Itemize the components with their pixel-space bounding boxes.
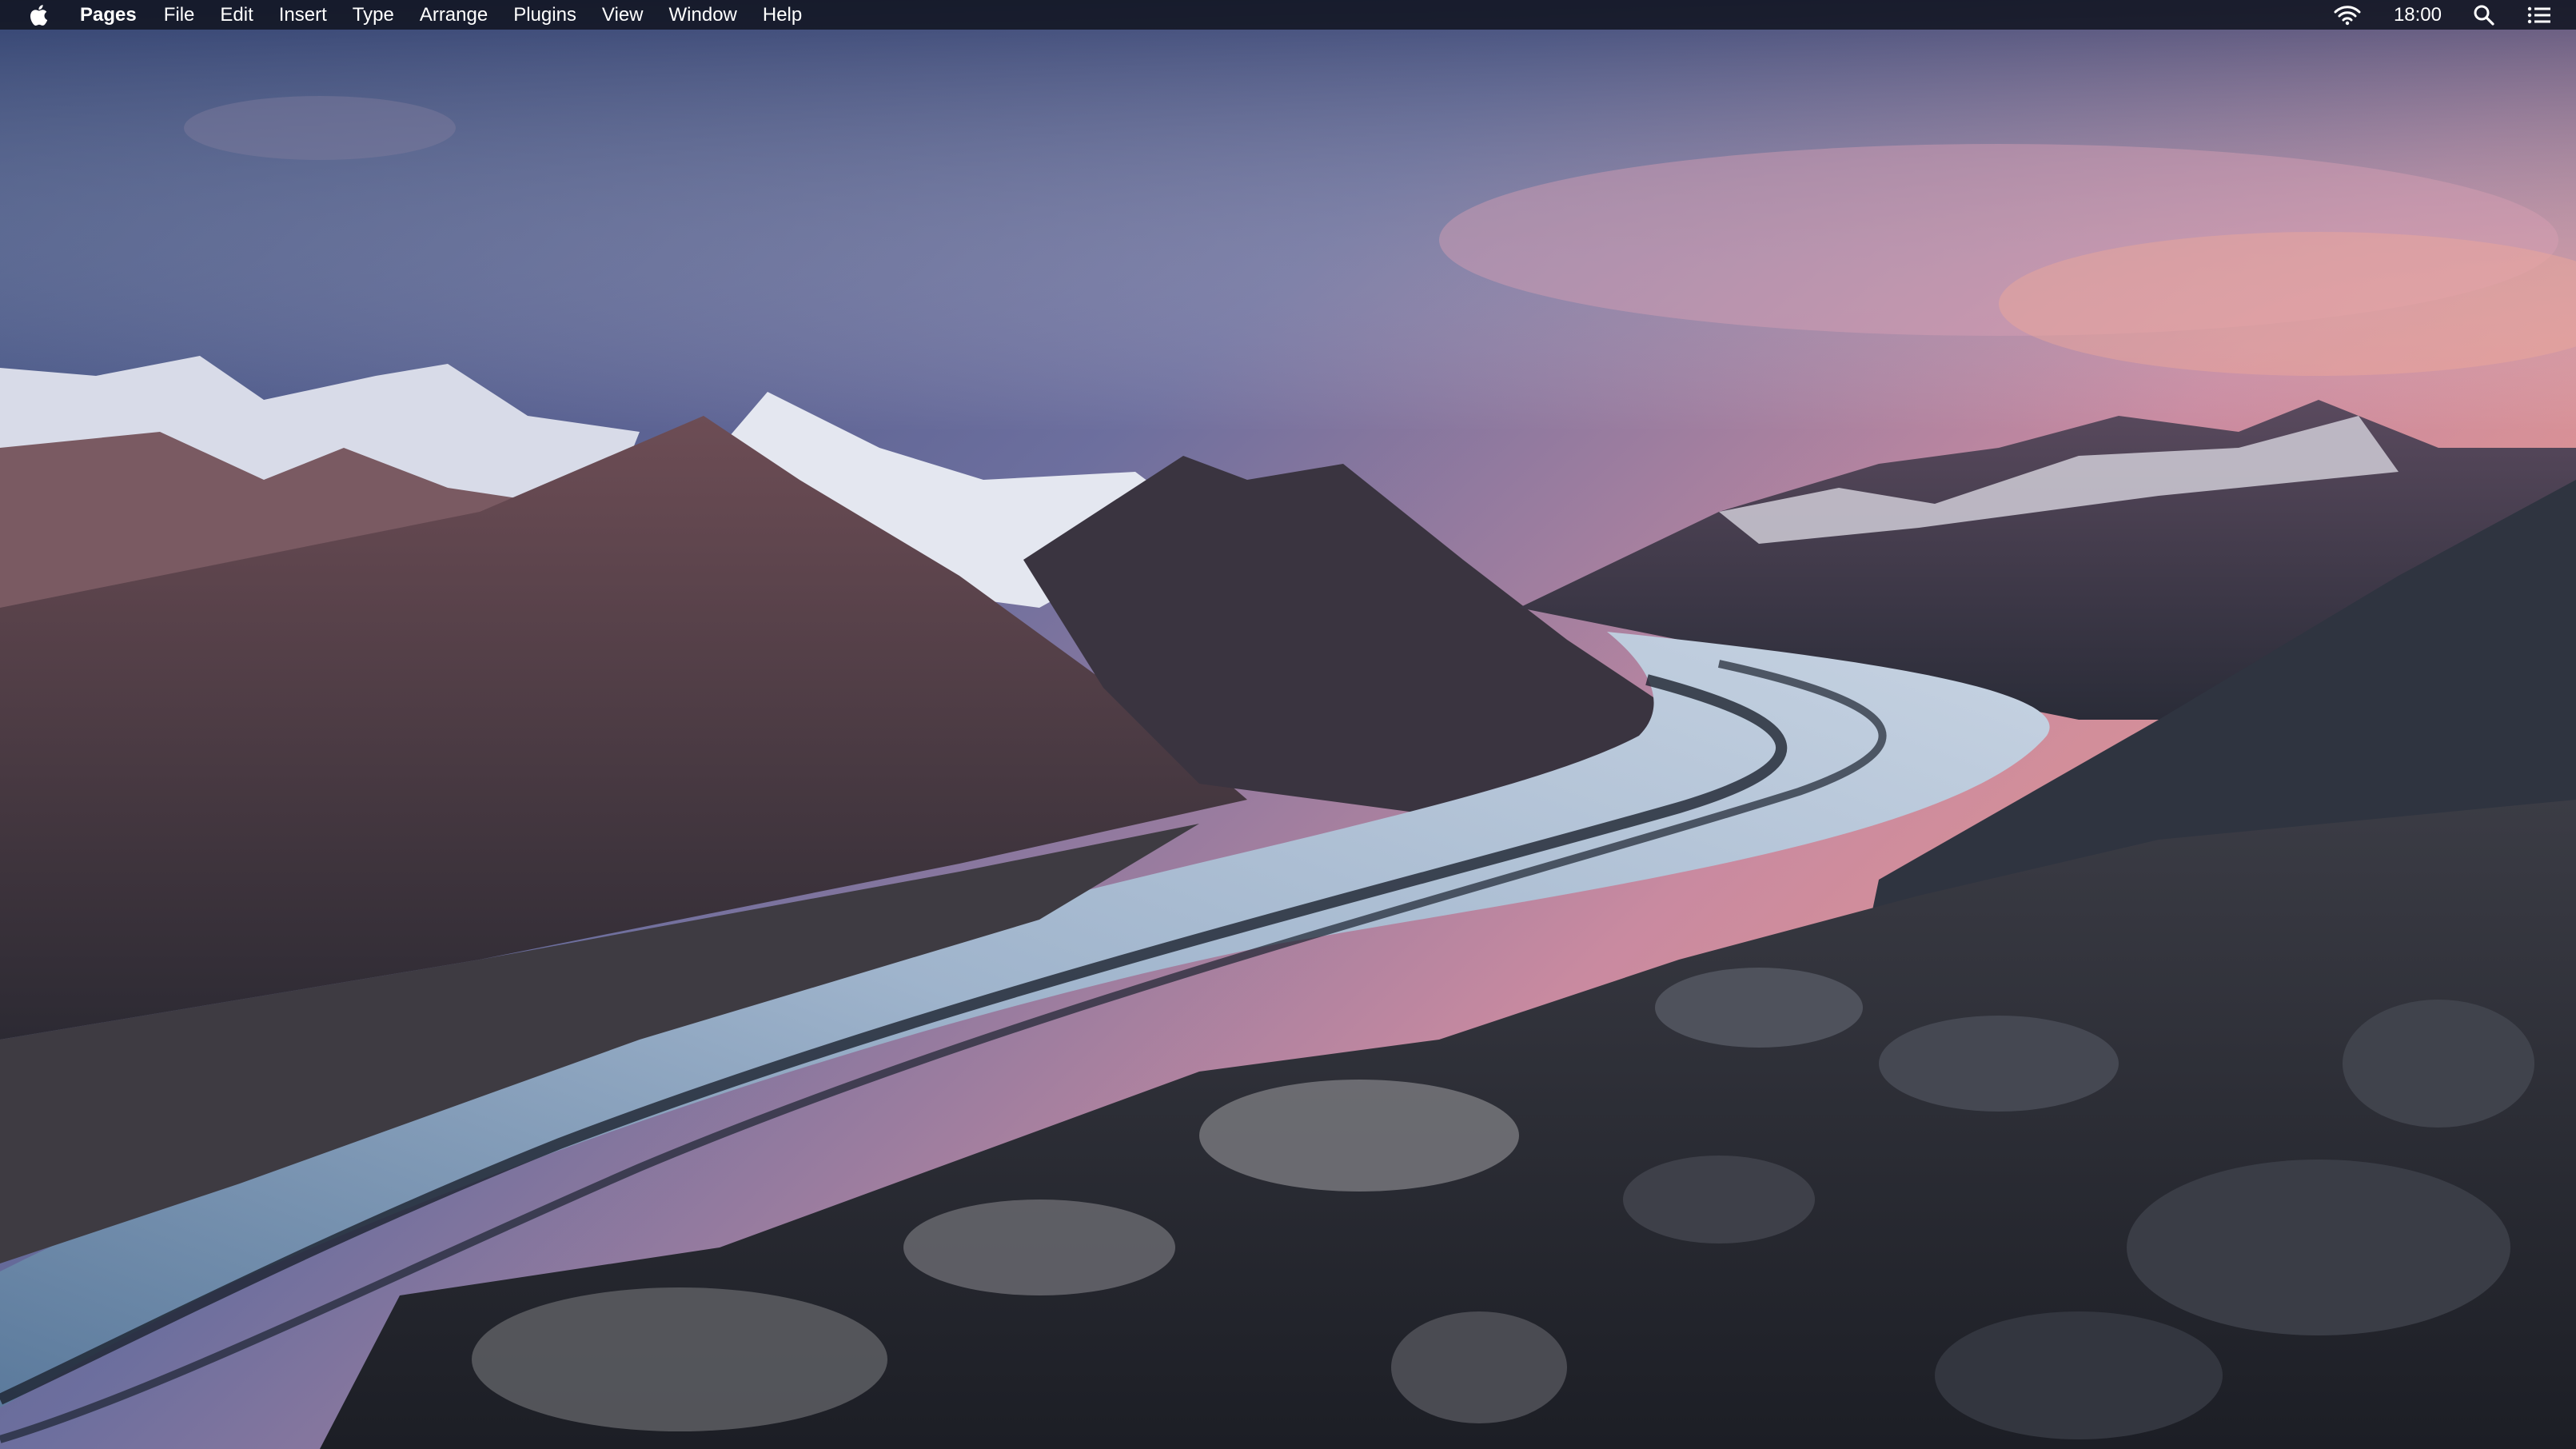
menu-type[interactable]: Type <box>353 0 394 30</box>
menu-window[interactable]: Window <box>669 0 737 30</box>
menu-help[interactable]: Help <box>763 0 802 30</box>
desktop: Pages File Edit Insert Type Arrange Plug… <box>0 0 2576 1449</box>
menu-file[interactable]: File <box>164 0 195 30</box>
menu-plugins[interactable]: Plugins <box>513 0 576 30</box>
menu-arrange[interactable]: Arrange <box>420 0 488 30</box>
apple-logo-icon[interactable] <box>27 4 48 26</box>
menu-bar-clock[interactable]: 18:00 <box>2394 0 2442 30</box>
menu-app-pages[interactable]: Pages <box>80 0 137 30</box>
menu-bar-status-area: 18:00 <box>2333 0 2552 30</box>
menu-view[interactable]: View <box>602 0 644 30</box>
menu-bar-left: Pages File Edit Insert Type Arrange Plug… <box>0 0 827 30</box>
menu-edit[interactable]: Edit <box>220 0 253 30</box>
menu-insert[interactable]: Insert <box>279 0 327 30</box>
desktop-wallpaper <box>0 0 2576 1449</box>
notification-center-icon[interactable] <box>2526 0 2552 30</box>
menu-bar: Pages File Edit Insert Type Arrange Plug… <box>0 0 2576 30</box>
spotlight-search-icon[interactable] <box>2472 0 2496 30</box>
wifi-icon[interactable] <box>2333 0 2362 30</box>
